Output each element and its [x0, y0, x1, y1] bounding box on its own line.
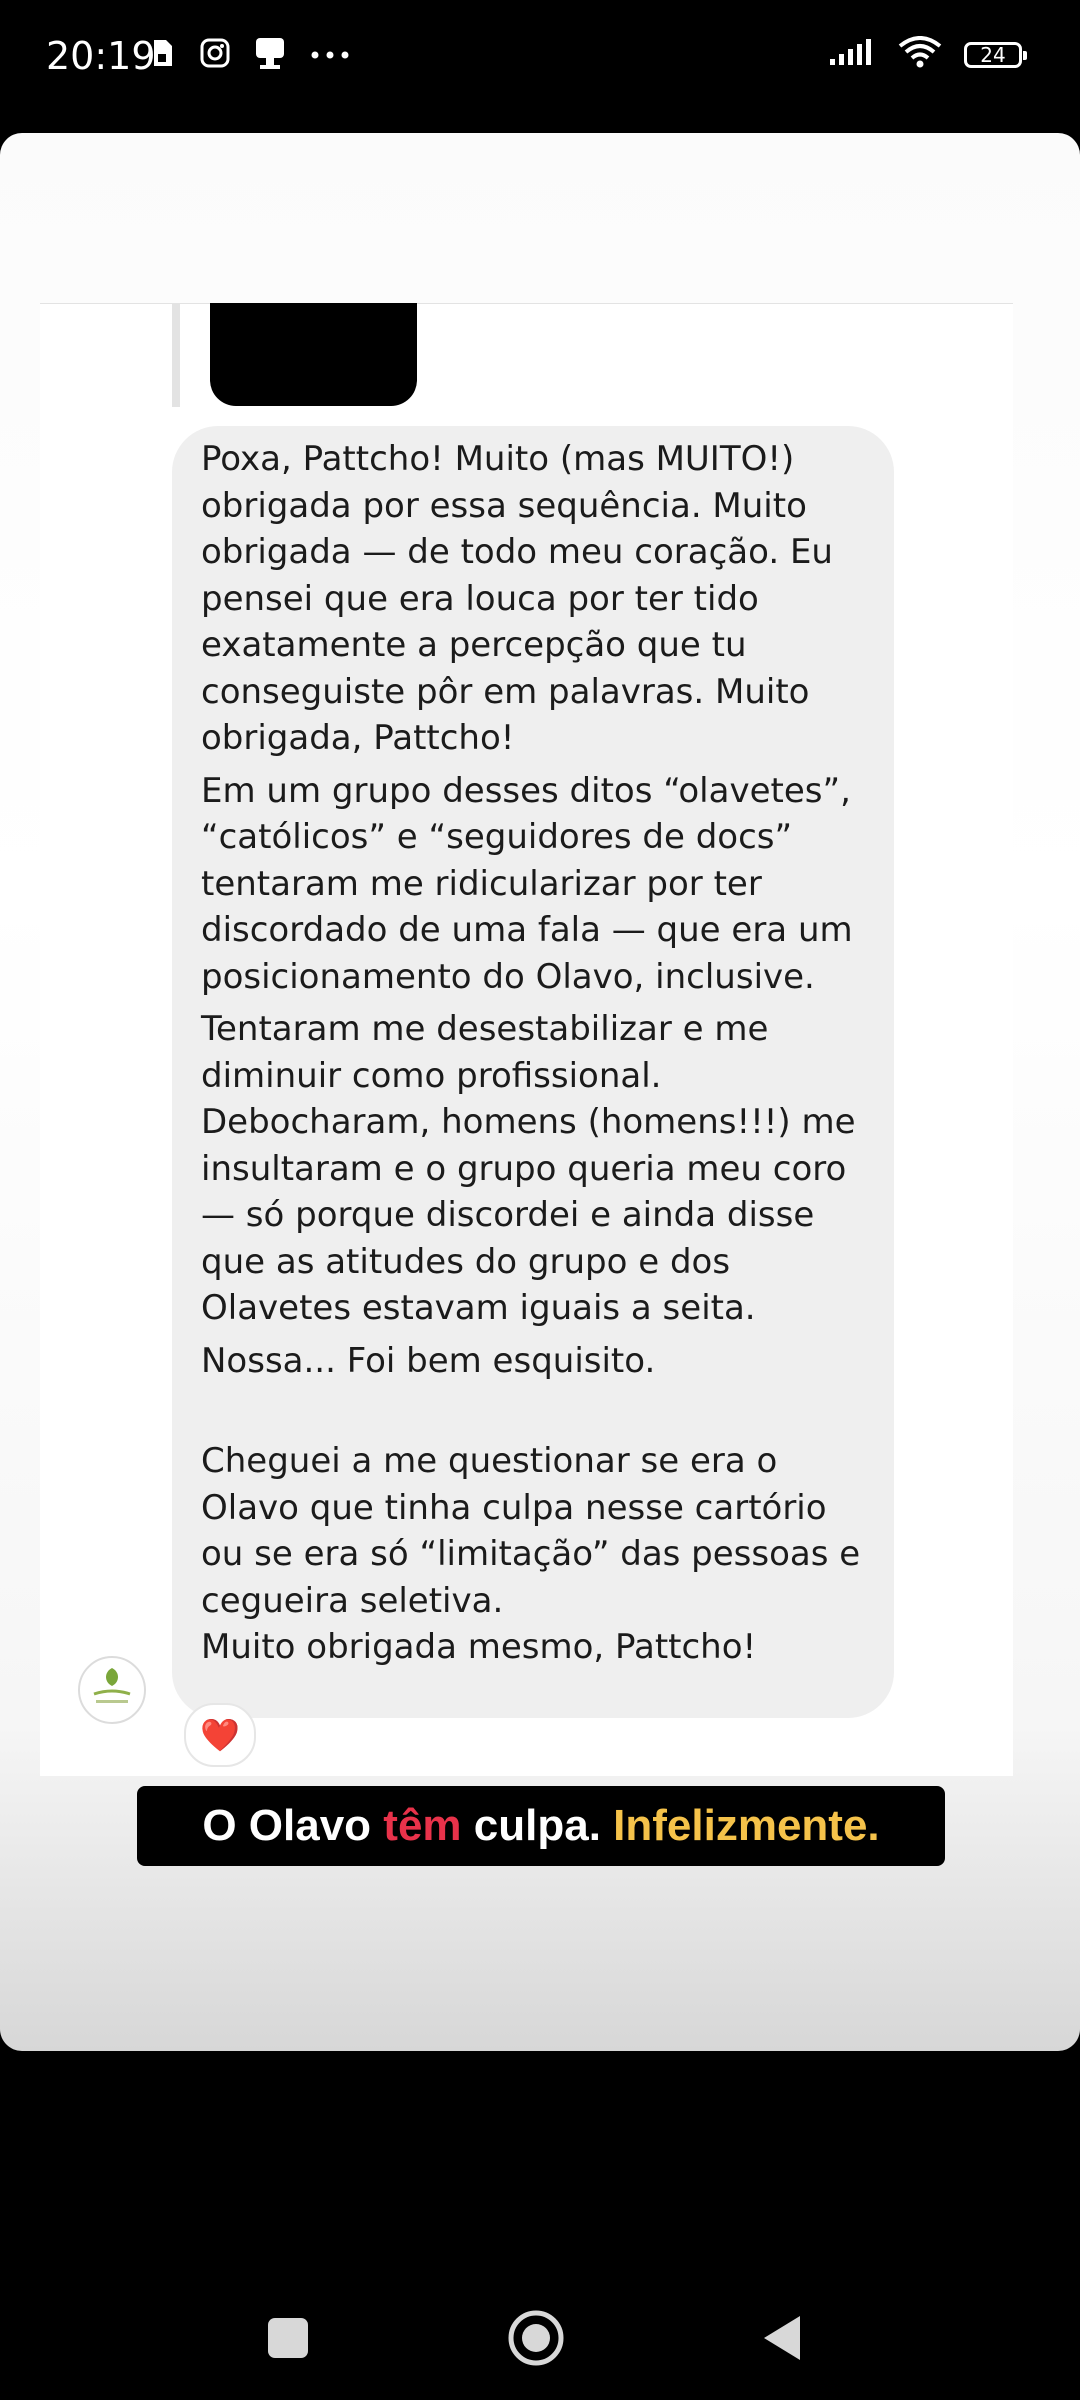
story-caption: O Olavo têm culpa. Infelizmente. — [137, 1786, 945, 1866]
message-paragraph: Em um grupo desses ditos “olavetes”, “ca… — [201, 770, 853, 997]
redacted-image — [210, 303, 417, 406]
status-bar: 20:19 24 — [0, 0, 1080, 130]
avatar[interactable] — [78, 1656, 146, 1724]
heart-icon: ❤️ — [200, 1717, 240, 1753]
caption-text: O Olavo — [202, 1801, 384, 1850]
heart-reaction[interactable]: ❤️ — [184, 1703, 256, 1767]
reply-quote-line — [172, 303, 180, 407]
caption-text: culpa. — [461, 1801, 614, 1850]
message-bubble: Poxa, Pattcho! Muito (mas MUITO!) obriga… — [172, 426, 894, 1718]
recents-button[interactable] — [258, 2308, 318, 2368]
triangle-back-icon — [764, 2316, 800, 2360]
more-dots-icon — [310, 47, 350, 65]
story-card: Poxa, Pattcho! Muito (mas MUITO!) obriga… — [0, 133, 1080, 2051]
status-right-icons: 24 — [828, 36, 1027, 73]
sim-icon — [150, 38, 176, 73]
navigation-bar — [0, 2250, 1080, 2400]
battery-icon: 24 — [964, 41, 1027, 68]
avatar-logo-icon — [93, 1668, 131, 1703]
caption-highlight-yellow: Infelizmente. — [613, 1801, 880, 1850]
back-button[interactable] — [752, 2308, 812, 2368]
message-paragraph: Tentaram me desestabilizar e me diminuir… — [201, 1009, 856, 1328]
home-button[interactable] — [506, 2308, 566, 2368]
circle-icon — [508, 2310, 564, 2366]
notification-icon — [254, 36, 286, 75]
instagram-icon — [200, 38, 230, 73]
wifi-icon — [898, 36, 942, 73]
status-time: 20:19 — [46, 34, 156, 78]
message-paragraph: Poxa, Pattcho! Muito (mas MUITO!) obriga… — [201, 439, 833, 758]
square-icon — [268, 2318, 308, 2358]
signal-icon — [828, 37, 876, 72]
message-paragraph: Nossa... Foi bem esquisito. — [201, 1340, 656, 1381]
caption-highlight-red: têm — [383, 1801, 462, 1850]
status-left-icons — [150, 36, 350, 75]
message-paragraph: Cheguei a me questionar se era o Olavo q… — [201, 1441, 861, 1667]
